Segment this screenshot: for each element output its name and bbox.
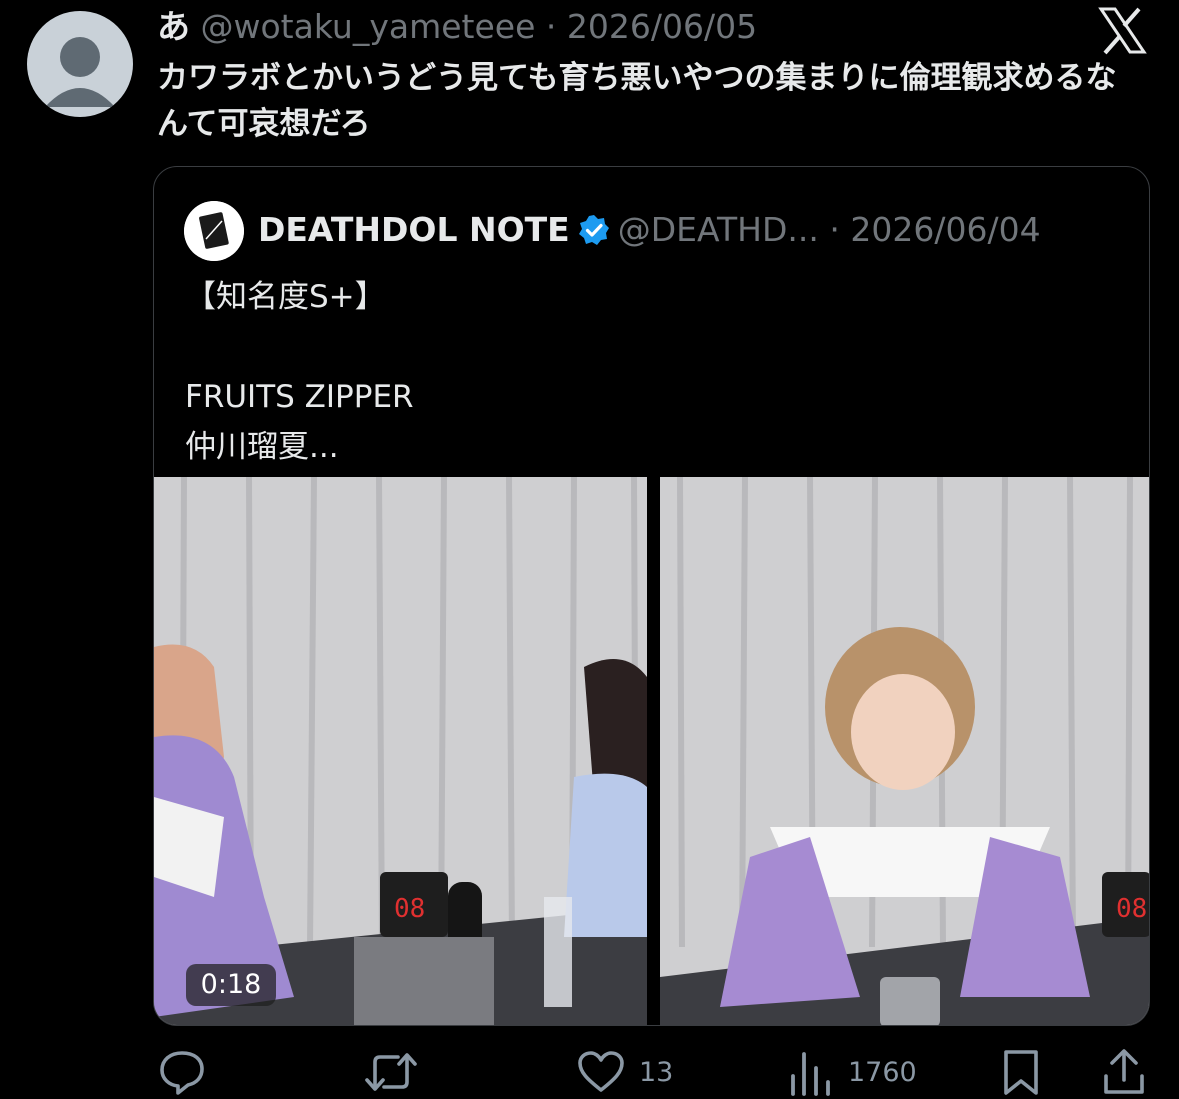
video-thumbnail[interactable]: 08 (660, 477, 1149, 1025)
like-count: 13 (639, 1056, 674, 1088)
svg-text:08: 08 (394, 894, 425, 924)
action-bar: 13 1760 (0, 1045, 1179, 1099)
heart-icon (578, 1051, 624, 1092)
quoted-author-name[interactable]: DEATHDOL NOTE (258, 210, 570, 249)
share-button[interactable] (1102, 1045, 1146, 1099)
quoted-text-line: 仲川瑠夏... (185, 429, 339, 465)
quoted-post-card[interactable]: DEATHDOL NOTE @DEATHD... · 2026/06/04 【知… (153, 166, 1150, 1026)
post-text: カワラボとかいうどう見ても育ち悪いやつの集まりに倫理観求めるなんて可哀想だろ (157, 60, 1117, 142)
author-avatar[interactable] (27, 11, 133, 117)
quoted-text-line (185, 322, 414, 372)
quoted-post-text: 【知名度S+】 FRUITS ZIPPER 仲川瑠夏... (185, 272, 414, 472)
video-frame-image: 08 (154, 477, 647, 1025)
quoted-text-line: FRUITS ZIPPER (185, 379, 414, 415)
video-thumbnail[interactable]: 08 (154, 477, 647, 1025)
repost-icon (365, 1053, 417, 1091)
views-button[interactable]: 1760 (788, 1045, 917, 1099)
quoted-post-date[interactable]: 2026/06/04 (850, 210, 1040, 249)
quoted-post-header: DEATHDOL NOTE @DEATHD... · 2026/06/04 (258, 205, 1041, 255)
post-date[interactable]: 2026/06/05 (567, 7, 757, 46)
reply-icon (160, 1051, 204, 1095)
reply-button[interactable] (158, 1045, 206, 1099)
author-handle[interactable]: @wotaku_yameteee (201, 7, 536, 46)
bookmark-icon (1004, 1050, 1038, 1095)
video-duration-badge: 0:18 (186, 964, 276, 1006)
post-header: あ @wotaku_yameteee · 2026/06/05 (157, 4, 757, 50)
quoted-author-avatar[interactable] (184, 201, 244, 261)
video-frame-image: 08 (660, 477, 1149, 1025)
bookmark-button[interactable] (1001, 1045, 1041, 1099)
like-button[interactable]: 13 (577, 1045, 673, 1099)
default-user-icon (45, 37, 115, 107)
notebook-logo-icon (184, 201, 244, 261)
author-name[interactable]: あ (157, 7, 190, 46)
svg-text:08: 08 (1116, 894, 1147, 924)
x-logo-icon (1098, 7, 1147, 55)
separator-dot: · (829, 210, 840, 249)
quoted-author-handle[interactable]: @DEATHD... (618, 210, 819, 249)
quoted-text-line: 【知名度S+】 (185, 279, 386, 315)
verified-badge-icon (578, 215, 609, 245)
separator-dot: · (545, 7, 557, 46)
share-icon (1104, 1049, 1144, 1094)
repost-button[interactable] (364, 1045, 418, 1099)
views-icon (791, 1052, 830, 1096)
view-count: 1760 (848, 1056, 917, 1088)
